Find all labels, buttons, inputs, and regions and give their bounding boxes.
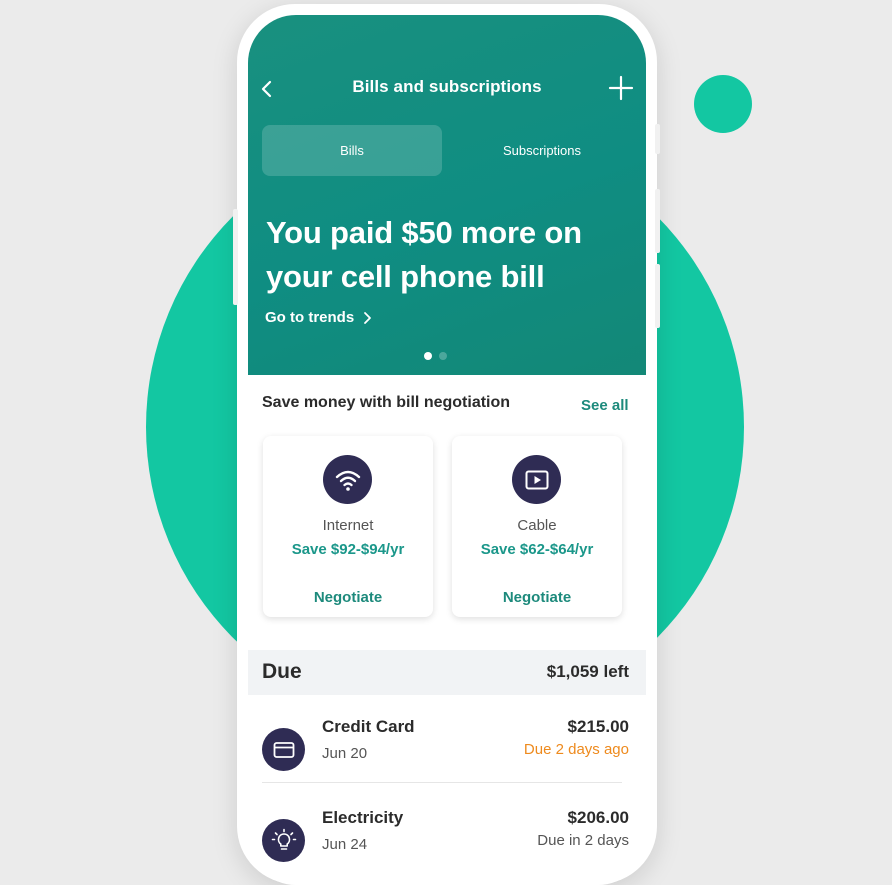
- bill-name: Electricity: [322, 808, 404, 827]
- bill-status: Due 2 days ago: [523, 741, 629, 758]
- carousel-pager: [424, 352, 447, 360]
- tab-bills[interactable]: Bills: [262, 125, 442, 176]
- hero-headline: You paid $50 more on your cell phone bil…: [266, 215, 582, 294]
- see-all-link[interactable]: See all: [581, 397, 629, 414]
- play-icon: [525, 470, 548, 489]
- bill-icon-circle: [262, 819, 305, 862]
- hero-banner: Bills and subscriptions Bills Subscripti…: [248, 15, 646, 375]
- bill-status: Due in 2 days: [537, 832, 629, 849]
- bill-date: Jun 20: [322, 745, 368, 762]
- bill-icon-circle: [262, 728, 305, 771]
- wifi-icon: [335, 470, 360, 491]
- bill-row-credit-card[interactable]: Credit Card Jun 20 $215.00 Due 2 days ag…: [248, 717, 646, 797]
- due-remaining: $1,059 left: [546, 662, 629, 681]
- lightbulb-icon: [271, 828, 296, 850]
- offer-card-internet[interactable]: Internet Save $92-$94/yr Negotiate: [263, 436, 433, 617]
- due-label: Due: [262, 660, 302, 683]
- credit-card-icon: [273, 741, 294, 758]
- go-to-trends-label: Go to trends: [265, 309, 355, 326]
- due-summary-bar: Due $1,059 left: [248, 650, 646, 695]
- pager-dot[interactable]: [439, 352, 447, 360]
- phone-side-button: [655, 264, 660, 328]
- phone-side-button: [655, 189, 660, 253]
- phone-screen: Bills and subscriptions Bills Subscripti…: [248, 15, 646, 885]
- negotiation-section-title: Save money with bill negotiation: [262, 394, 511, 411]
- divider: [262, 782, 622, 783]
- bill-date: Jun 24: [322, 836, 368, 853]
- phone-frame: Bills and subscriptions Bills Subscripti…: [233, 4, 660, 885]
- offer-card-cable[interactable]: Cable Save $62-$64/yr Negotiate: [452, 436, 622, 617]
- bill-name: Credit Card: [322, 717, 415, 736]
- offer-savings: Save $92-$94/yr: [291, 541, 405, 558]
- bill-amount: $206.00: [567, 808, 629, 827]
- chevron-right-icon: [364, 311, 372, 324]
- phone-side-button: [233, 209, 238, 305]
- bill-row-electricity[interactable]: Electricity Jun 24 $206.00 Due in 2 days: [248, 808, 646, 885]
- bill-amount: $215.00: [567, 717, 629, 736]
- page-title: Bills and subscriptions: [352, 77, 542, 96]
- offer-icon-circle: [323, 455, 372, 504]
- offer-savings: Save $62-$64/yr: [480, 541, 594, 558]
- tab-subscriptions[interactable]: Subscriptions: [452, 125, 632, 176]
- negotiate-button[interactable]: Negotiate: [263, 589, 433, 606]
- add-icon[interactable]: [608, 75, 634, 101]
- go-to-trends-link[interactable]: Go to trends: [265, 309, 372, 326]
- offer-name: Cable: [517, 517, 557, 534]
- pager-dot-active[interactable]: [424, 352, 432, 360]
- offer-icon-circle: [512, 455, 561, 504]
- offer-name: Internet: [322, 517, 374, 534]
- negotiate-button[interactable]: Negotiate: [452, 589, 622, 606]
- phone-side-button: [655, 124, 660, 154]
- background-dot: [694, 75, 752, 133]
